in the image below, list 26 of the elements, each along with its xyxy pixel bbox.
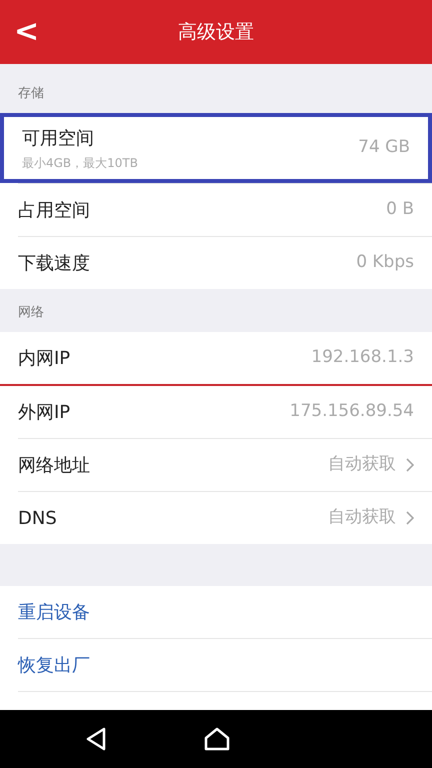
- row-value: 自动获取: [328, 453, 396, 476]
- row-label: 可用空间: [22, 126, 95, 150]
- row-label: 网络地址: [18, 454, 91, 478]
- row-value: 0 Kbps: [356, 251, 414, 274]
- row-label: 下载速度: [18, 252, 91, 276]
- back-button[interactable]: <: [14, 14, 36, 50]
- row-value: 192.168.1.3: [311, 346, 414, 370]
- row-label: DNS: [18, 506, 58, 530]
- home-icon[interactable]: [204, 727, 230, 751]
- back-icon[interactable]: [86, 727, 106, 751]
- row-value: 74 GB: [358, 136, 410, 160]
- highlighted-row[interactable]: 可用空间 最小4GB，最大10TB 74 GB: [0, 113, 432, 183]
- chevron-icon: [406, 511, 414, 525]
- row-label: 内网IP: [18, 346, 72, 370]
- screen-title: 高级设置: [178, 20, 254, 45]
- row-label: 外网IP: [18, 400, 72, 424]
- action-link[interactable]: 恢复出厂: [0, 639, 432, 691]
- row-value: 自动获取: [328, 506, 396, 530]
- chevron-icon: [406, 458, 414, 472]
- action-link[interactable]: 重启设备: [0, 586, 432, 638]
- section-label: 存储: [18, 84, 44, 102]
- row-label: 占用空间: [18, 198, 91, 222]
- row-value: 0 B: [386, 198, 414, 222]
- section-label: 网络: [18, 304, 44, 322]
- row-value: 175.156.89.54: [290, 400, 414, 424]
- row-hint: 最小4GB，最大10TB: [22, 154, 139, 172]
